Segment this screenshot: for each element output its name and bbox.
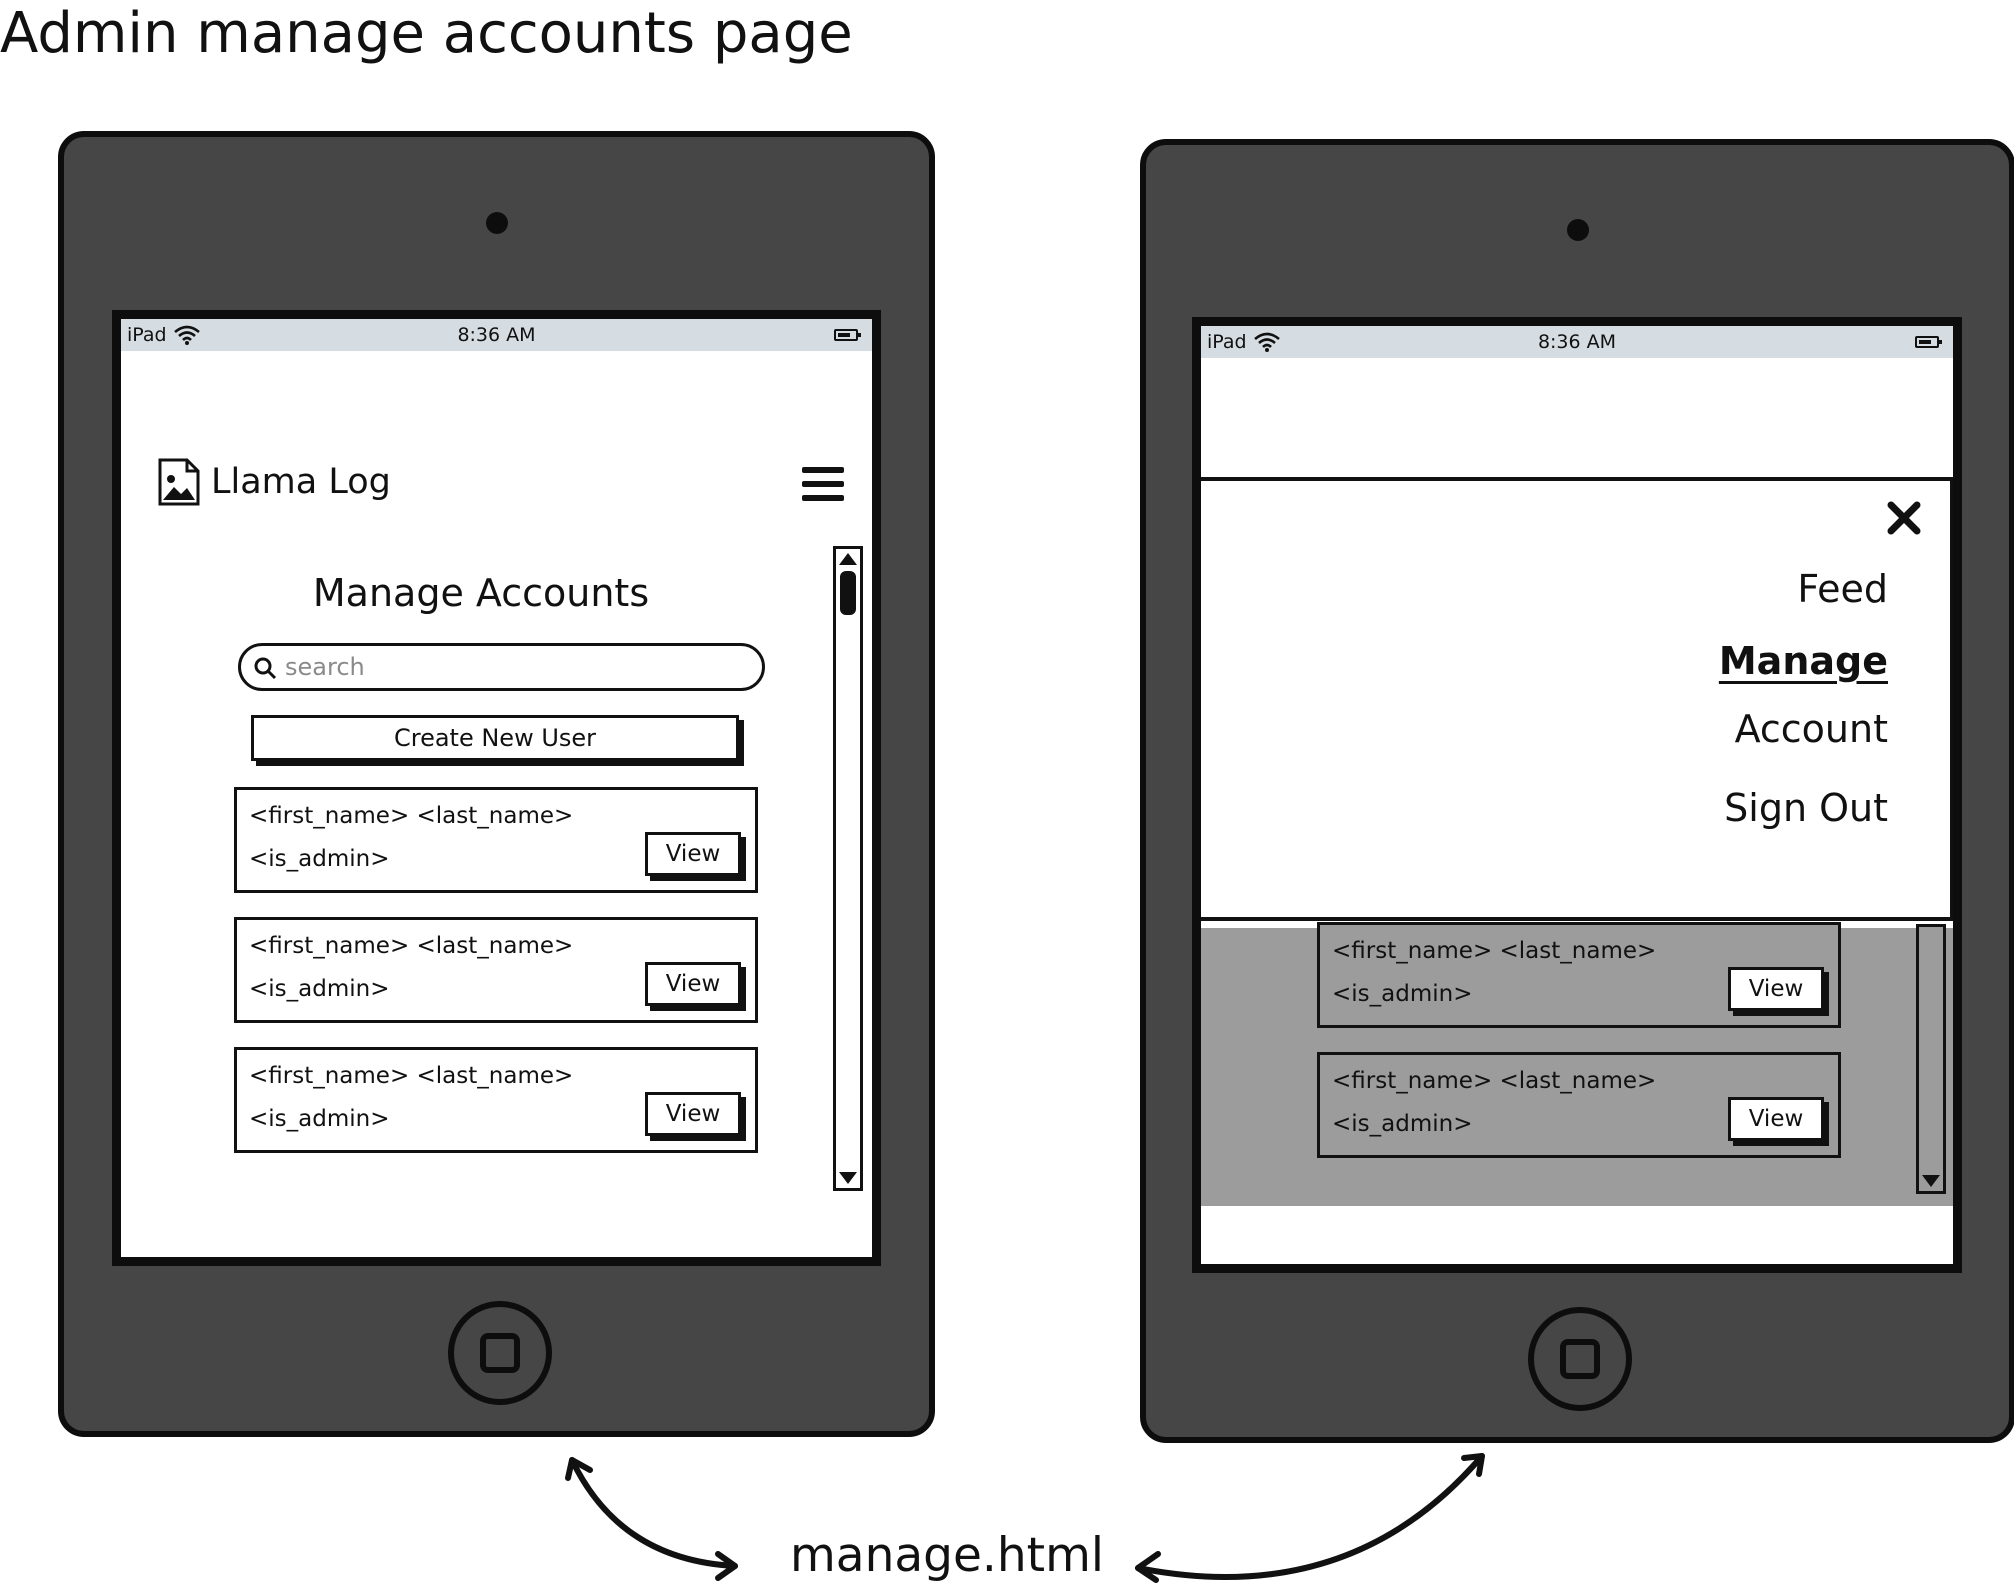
arrow-to-manage-screen: [569, 1457, 738, 1569]
arrow-to-menu-screen: [1135, 1453, 1485, 1580]
page-filename-caption: manage.html: [790, 1528, 1104, 1583]
connector-arrows: [565, 1453, 1485, 1583]
